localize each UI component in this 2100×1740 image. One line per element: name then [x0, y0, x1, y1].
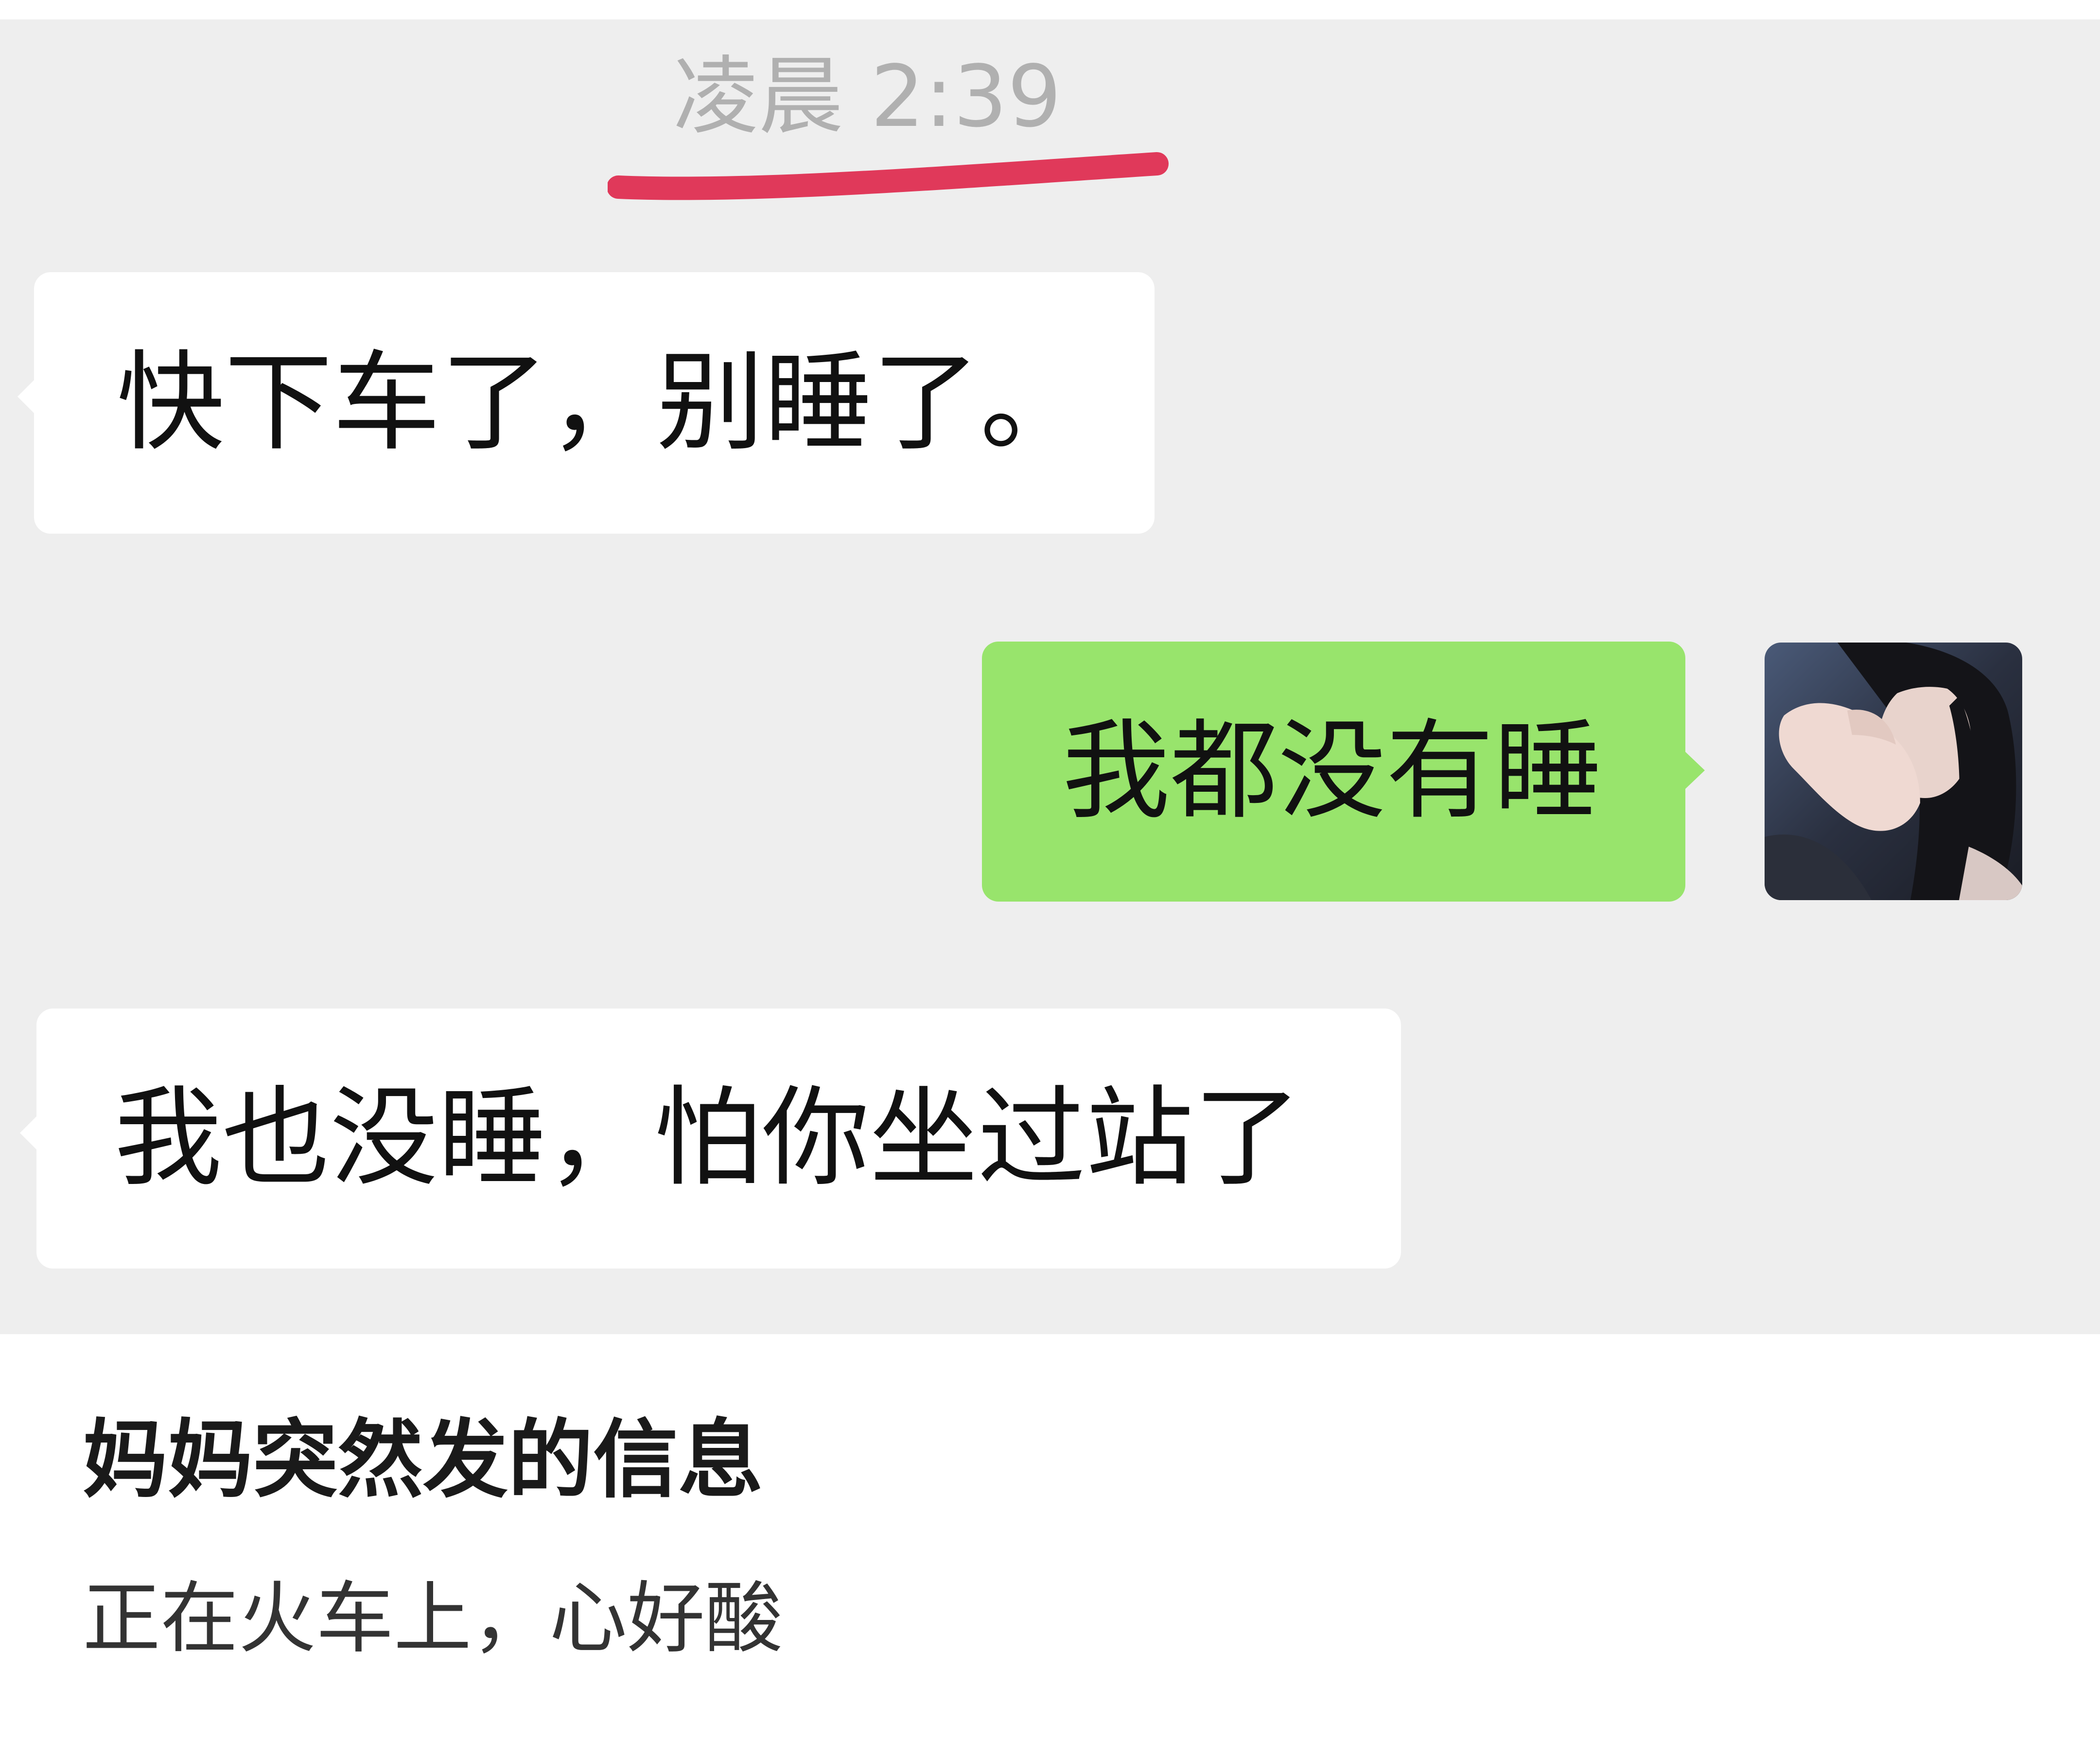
caption-title: 妈妈突然发的信息 [83, 1411, 763, 1510]
message-text: 我也没睡，怕你坐过站了 [114, 1076, 1301, 1201]
caption-subtitle: 正在火车上，心好酸 [83, 1573, 783, 1664]
message-text: 快下车了，别睡了。 [117, 340, 1088, 466]
red-underline-annotation [608, 152, 1169, 200]
message-text: 我都没有睡 [1062, 709, 1602, 834]
incoming-message-bubble[interactable]: 快下车了，别睡了。 [18, 272, 1155, 534]
incoming-message-bubble[interactable]: 我也没睡，怕你坐过站了 [20, 1009, 1401, 1269]
outgoing-message-bubble[interactable]: 我都没有睡 [982, 642, 1705, 902]
message-timestamp: 凌晨 2:39 [673, 48, 1062, 146]
avatar[interactable] [1765, 643, 2022, 900]
avatar-photo [1765, 643, 2022, 900]
chat-area: 凌晨 2:39 快下车了，别睡了。 我都没有睡 我也没睡，怕你坐过站了 [0, 0, 2100, 1334]
top-divider [0, 0, 2100, 19]
